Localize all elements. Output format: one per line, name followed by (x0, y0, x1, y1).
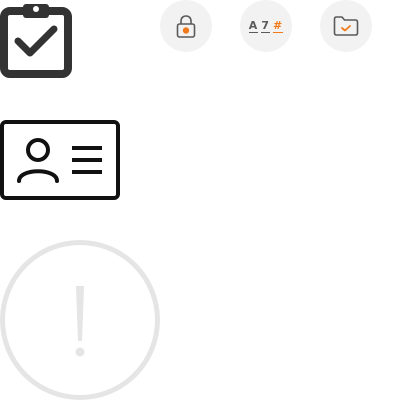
sort-alphanumeric-icon: A 7 # (248, 18, 284, 33)
lock-button[interactable] (160, 0, 212, 52)
icon-canvas: A 7 # (0, 0, 400, 400)
folder-check-icon (333, 16, 359, 36)
lock-icon (176, 15, 196, 38)
folder-check-button[interactable] (320, 0, 372, 52)
sort-letter: A (248, 18, 259, 33)
sort-alphanumeric-button[interactable]: A 7 # (240, 0, 292, 52)
sort-digit: 7 (261, 18, 270, 33)
clipboard-check-icon (0, 0, 72, 80)
sort-symbol: # (272, 18, 284, 33)
id-card-icon (0, 120, 120, 200)
alert-circle-icon (0, 240, 160, 400)
